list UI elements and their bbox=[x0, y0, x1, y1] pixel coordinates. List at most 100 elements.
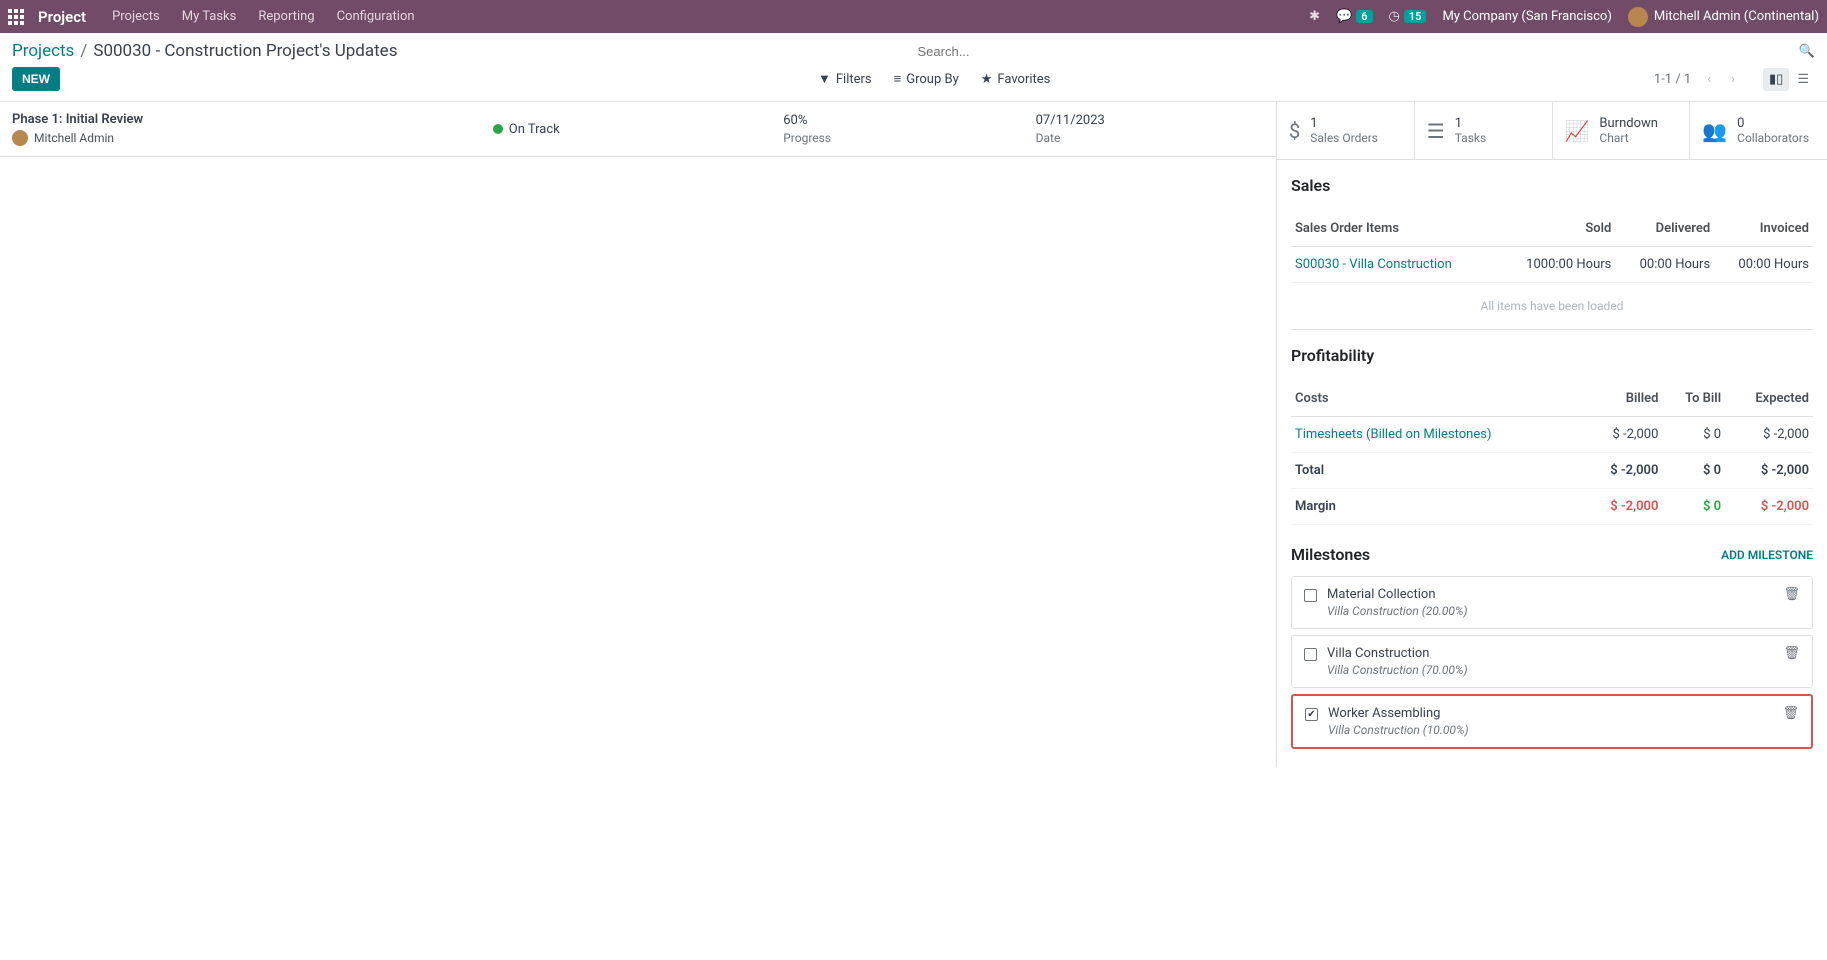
milestone-name: Villa Construction bbox=[1327, 646, 1773, 661]
date-label: Date bbox=[1036, 131, 1264, 145]
col-billed[interactable]: Billed bbox=[1582, 381, 1662, 417]
activities-icon[interactable]: ◷15 bbox=[1389, 9, 1427, 24]
search-icon[interactable]: 🔍 bbox=[1799, 44, 1815, 59]
cell: $ -2,000 bbox=[1582, 417, 1662, 453]
breadcrumb-current: S00030 - Construction Project's Updates bbox=[93, 41, 397, 61]
update-user: Mitchell Admin bbox=[34, 131, 114, 145]
cell: $ -2,000 bbox=[1725, 489, 1813, 525]
milestone-sub: Villa Construction (70.00%) bbox=[1327, 663, 1773, 677]
milestone-name: Material Collection bbox=[1327, 587, 1773, 602]
user-menu[interactable]: Mitchell Admin (Continental) bbox=[1628, 7, 1819, 27]
col-items[interactable]: Sales Order Items bbox=[1291, 211, 1498, 247]
total-label: Total bbox=[1291, 453, 1582, 489]
trash-icon[interactable]: 🗑 bbox=[1782, 706, 1799, 721]
app-brand[interactable]: Project bbox=[38, 8, 86, 26]
col-delivered[interactable]: Delivered bbox=[1615, 211, 1714, 247]
milestone-card[interactable]: Material Collection Villa Construction (… bbox=[1291, 576, 1813, 629]
stat-num: 0 bbox=[1737, 116, 1809, 131]
pager-next-icon[interactable]: › bbox=[1727, 72, 1739, 87]
view-list-icon[interactable]: ☰ bbox=[1791, 68, 1815, 91]
progress-label: Progress bbox=[783, 131, 1011, 145]
stat-num: 1 bbox=[1455, 116, 1487, 131]
nav-reporting[interactable]: Reporting bbox=[258, 9, 314, 24]
company-switcher[interactable]: My Company (San Francisco) bbox=[1442, 9, 1611, 24]
groupby-label: Group By bbox=[906, 72, 959, 87]
status-label: On Track bbox=[509, 122, 560, 137]
nav-my-tasks[interactable]: My Tasks bbox=[182, 9, 237, 24]
checkbox-checked[interactable] bbox=[1305, 708, 1318, 721]
progress-value: 60% bbox=[783, 113, 1011, 128]
apps-icon[interactable] bbox=[8, 9, 24, 25]
trash-icon[interactable]: 🗑 bbox=[1783, 587, 1800, 602]
nav-configuration[interactable]: Configuration bbox=[337, 9, 415, 24]
nav-projects[interactable]: Projects bbox=[112, 9, 160, 24]
groupby-button[interactable]: ≡ Group By bbox=[894, 71, 959, 87]
favorites-label: Favorites bbox=[997, 72, 1050, 87]
table-row-margin: Margin $ -2,000 $ 0 $ -2,000 bbox=[1291, 489, 1813, 525]
margin-label: Margin bbox=[1291, 489, 1582, 525]
layers-icon: ≡ bbox=[894, 71, 902, 87]
status-dot-icon bbox=[493, 124, 503, 134]
stat-collaborators[interactable]: 👥 0Collaborators bbox=[1690, 102, 1827, 159]
project-dashboard: $ 1Sales Orders ☰ 1Tasks 📈 BurndownChart… bbox=[1277, 102, 1827, 767]
pager: 1-1 / 1 ‹ › ▮▯ ☰ bbox=[1654, 68, 1815, 91]
stat-sales-orders[interactable]: $ 1Sales Orders bbox=[1277, 102, 1415, 159]
pager-range[interactable]: 1-1 / 1 bbox=[1654, 72, 1691, 87]
milestones-title: Milestones bbox=[1291, 545, 1370, 564]
stat-label: Tasks bbox=[1455, 131, 1487, 145]
stat-burndown[interactable]: 📈 BurndownChart bbox=[1553, 102, 1691, 159]
add-milestone-button[interactable]: ADD MILESTONE bbox=[1721, 548, 1813, 562]
users-icon: 👥 bbox=[1702, 119, 1727, 143]
cell: 00:00 Hours bbox=[1714, 247, 1813, 283]
filters-button[interactable]: ▼Filters bbox=[818, 71, 872, 87]
profitability-title: Profitability bbox=[1291, 346, 1813, 365]
all-loaded-text: All items have been loaded bbox=[1291, 291, 1813, 330]
col-tobill[interactable]: To Bill bbox=[1662, 381, 1725, 417]
update-row[interactable]: Phase 1: Initial Review Mitchell Admin O… bbox=[0, 102, 1276, 157]
date-value: 07/11/2023 bbox=[1036, 113, 1264, 128]
view-kanban-icon[interactable]: ▮▯ bbox=[1763, 68, 1789, 91]
milestone-sub: Villa Construction (20.00%) bbox=[1327, 604, 1773, 618]
favorites-button[interactable]: ★ Favorites bbox=[981, 71, 1051, 87]
col-sold[interactable]: Sold bbox=[1498, 211, 1615, 247]
messages-icon[interactable]: 💬6 bbox=[1336, 9, 1372, 24]
checkbox[interactable] bbox=[1304, 648, 1317, 661]
profitability-item-link[interactable]: Timesheets (Billed on Milestones) bbox=[1291, 417, 1582, 453]
table-row[interactable]: S00030 - Villa Construction 1000:00 Hour… bbox=[1291, 247, 1813, 283]
col-expected[interactable]: Expected bbox=[1725, 381, 1813, 417]
checkbox[interactable] bbox=[1304, 589, 1317, 602]
milestone-card-highlighted[interactable]: Worker Assembling Villa Construction (10… bbox=[1291, 694, 1813, 749]
cell: $ -2,000 bbox=[1725, 453, 1813, 489]
cell: 1000:00 Hours bbox=[1498, 247, 1615, 283]
breadcrumb-root[interactable]: Projects bbox=[12, 41, 74, 61]
sales-item-link[interactable]: S00030 - Villa Construction bbox=[1291, 247, 1498, 283]
stat-tasks[interactable]: ☰ 1Tasks bbox=[1415, 102, 1553, 159]
cell: $ 0 bbox=[1662, 453, 1725, 489]
funnel-icon: ▼ bbox=[818, 71, 831, 87]
cell: 00:00 Hours bbox=[1615, 247, 1714, 283]
stat-num: 1 bbox=[1310, 116, 1378, 131]
star-icon: ★ bbox=[981, 72, 993, 87]
avatar-icon bbox=[12, 130, 28, 146]
cell: $ -2,000 bbox=[1582, 489, 1662, 525]
profitability-table: Costs Billed To Bill Expected Timesheets… bbox=[1291, 381, 1813, 525]
stat-label: Sales Orders bbox=[1310, 131, 1378, 145]
search-input[interactable] bbox=[918, 44, 1799, 59]
col-costs[interactable]: Costs bbox=[1291, 381, 1582, 417]
milestone-sub: Villa Construction (10.00%) bbox=[1328, 723, 1772, 737]
table-row[interactable]: Timesheets (Billed on Milestones) $ -2,0… bbox=[1291, 417, 1813, 453]
breadcrumb: Projects / S00030 - Construction Project… bbox=[12, 41, 910, 61]
cell: $ -2,000 bbox=[1582, 453, 1662, 489]
milestone-card[interactable]: Villa Construction Villa Construction (7… bbox=[1291, 635, 1813, 688]
main: Phase 1: Initial Review Mitchell Admin O… bbox=[0, 102, 1827, 767]
activities-badge: 15 bbox=[1404, 10, 1427, 23]
updates-list: Phase 1: Initial Review Mitchell Admin O… bbox=[0, 102, 1277, 767]
bug-icon[interactable]: ✱ bbox=[1309, 9, 1320, 24]
trash-icon[interactable]: 🗑 bbox=[1783, 646, 1800, 661]
col-invoiced[interactable]: Invoiced bbox=[1714, 211, 1813, 247]
new-button[interactable]: NEW bbox=[12, 67, 60, 91]
cell: $ 0 bbox=[1662, 489, 1725, 525]
pager-prev-icon[interactable]: ‹ bbox=[1703, 72, 1715, 87]
table-row-total: Total $ -2,000 $ 0 $ -2,000 bbox=[1291, 453, 1813, 489]
tasks-icon: ☰ bbox=[1427, 119, 1445, 143]
